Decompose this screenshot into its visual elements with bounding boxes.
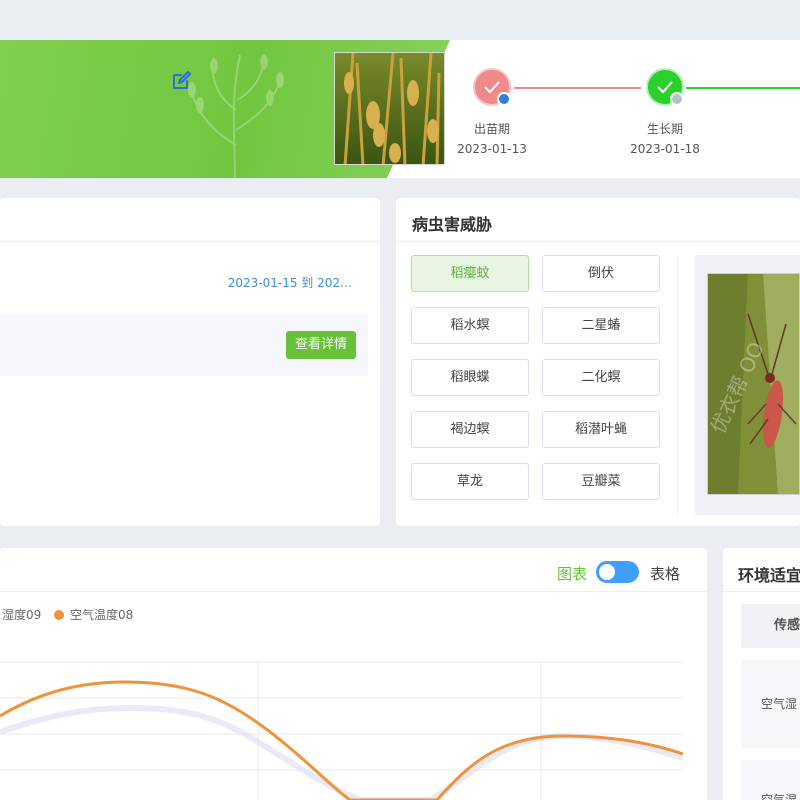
- pest-button[interactable]: 草龙: [411, 463, 529, 500]
- check-icon: [646, 68, 684, 106]
- chart-table-toggle[interactable]: [596, 561, 639, 583]
- pest-button[interactable]: 豆瓣菜: [542, 463, 660, 500]
- date-range: 2023-01-15 到 202…: [227, 276, 352, 290]
- divider: [723, 591, 800, 592]
- divider: [677, 255, 678, 515]
- toggle-knob: [599, 564, 615, 580]
- download-badge-icon: [497, 92, 511, 106]
- sensor-chart-card: 图表 表格 湿度09 空气温度08: [0, 548, 707, 800]
- stage-connector: [686, 87, 800, 89]
- pest-photo: 优衣帮 OO: [707, 273, 800, 495]
- legend-item-air-temp[interactable]: 空气温度08: [54, 606, 133, 623]
- record-row: 查看详情: [0, 314, 368, 376]
- legend-label: 湿度09: [2, 608, 42, 622]
- rice-field-image: [335, 53, 444, 164]
- stage-date: 2023-01-13: [457, 142, 527, 156]
- pest-button[interactable]: 二化螟: [542, 359, 660, 396]
- divider: [0, 241, 380, 242]
- stage-name: 出苗期: [473, 122, 510, 136]
- stage-emergence[interactable]: 出苗期 2023-01-13: [447, 68, 537, 156]
- legend-label: 空气温度08: [70, 608, 134, 622]
- pest-button[interactable]: 倒伏: [542, 255, 660, 292]
- pest-image: 优衣帮 OO: [708, 274, 799, 494]
- pest-button[interactable]: 褐边螟: [411, 411, 529, 448]
- card-title: 病虫害威胁: [412, 215, 493, 234]
- divider: [0, 591, 707, 592]
- pest-button[interactable]: 二星蝽: [542, 307, 660, 344]
- pest-button[interactable]: 稻眼蝶: [411, 359, 529, 396]
- pest-button[interactable]: 稻瘿蚊: [411, 255, 529, 292]
- view-detail-button[interactable]: 查看详情: [285, 331, 356, 359]
- download-badge-icon: [670, 92, 684, 106]
- view-chart-label[interactable]: 图表: [557, 563, 587, 584]
- card-title: 环境适宜: [738, 566, 800, 585]
- stage-growth[interactable]: 生长期 2023-01-18: [620, 68, 710, 156]
- legend-dot: [54, 609, 64, 620]
- table-cell: 空气湿: [741, 760, 800, 800]
- pest-button[interactable]: 稻水螟: [411, 307, 529, 344]
- check-icon: [473, 68, 511, 106]
- edit-icon[interactable]: [170, 70, 192, 92]
- legend-item-humidity[interactable]: 湿度09: [0, 606, 41, 623]
- table-cell: 空气湿: [741, 660, 800, 748]
- table-header-cell: 传感: [741, 604, 800, 648]
- stage-date: 2023-01-18: [630, 142, 700, 156]
- crop-banner: 出苗期 2023-01-13 生长期 2023-01-18: [0, 40, 800, 178]
- series-air-temp: [0, 680, 684, 800]
- pest-button[interactable]: 稻潜叶蝇: [542, 411, 660, 448]
- pest-threat-card: 病虫害威胁 稻瘿蚊 倒伏 稻水螟 二星蝽 稻眼蝶 二化螟 褐边螟 稻潜叶蝇 草龙…: [396, 198, 800, 526]
- divider: [396, 241, 800, 242]
- series-humidity: [0, 704, 684, 800]
- env-suitability-card: 环境适宜 传感 空气湿 空气湿: [723, 548, 800, 800]
- crop-photo: [334, 52, 445, 165]
- stage-name: 生长期: [646, 122, 683, 136]
- line-chart: [0, 661, 684, 800]
- farm-record-card: 2023-01-15 到 202… 查看详情: [0, 198, 380, 526]
- view-table-label[interactable]: 表格: [650, 563, 680, 584]
